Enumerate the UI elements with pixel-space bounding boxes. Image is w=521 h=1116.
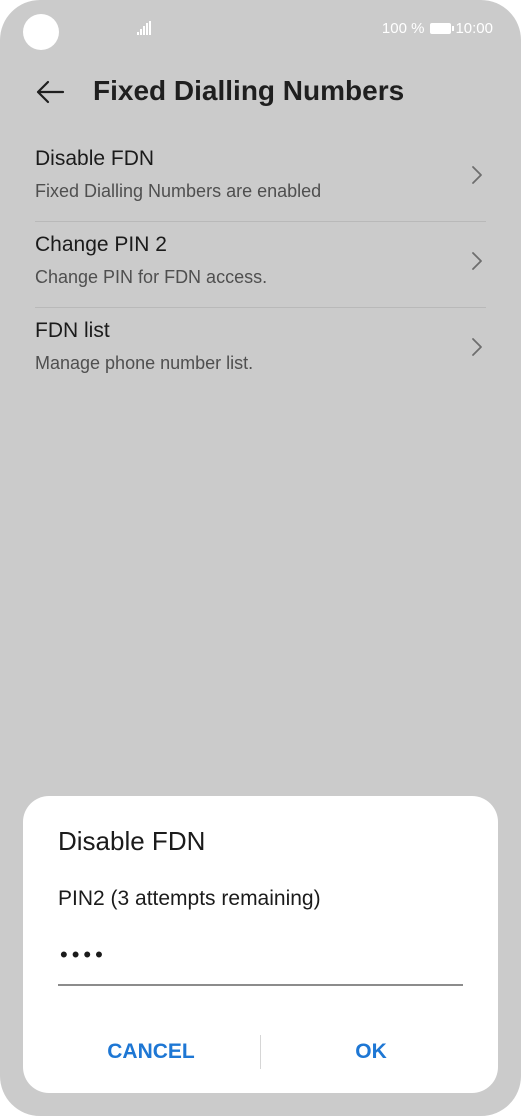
pin2-label: PIN2 (3 attempts remaining) (58, 887, 321, 910)
status-bar: 100 % 10:00 (0, 0, 521, 62)
list-item-subtitle: Change PIN for FDN access. (35, 267, 268, 287)
list-item-subtitle: Fixed Dialling Numbers are enabled (35, 181, 322, 201)
list-item-title: FDN list (35, 319, 110, 342)
chevron-right-icon (472, 252, 482, 270)
back-button[interactable] (30, 74, 70, 110)
button-divider (260, 1035, 261, 1069)
app-bar: Fixed Dialling Numbers (0, 62, 521, 122)
signal-icon (137, 21, 153, 35)
clock: 10:00 (455, 20, 493, 37)
pin2-value: •••• (60, 942, 107, 967)
list-item-fdn-list[interactable]: FDN list Manage phone number list. (35, 308, 486, 393)
battery-percent: 100 % (381, 20, 425, 37)
chevron-right-icon (472, 166, 482, 184)
ok-button[interactable]: OK (271, 1028, 471, 1076)
list-item-change-pin2[interactable]: Change PIN 2 Change PIN for FDN access. (35, 222, 486, 308)
pin2-input[interactable]: •••• (58, 936, 463, 986)
phone-screen: 100 % 10:00 Fixed Dialling Numbers Disab… (0, 0, 521, 1116)
list-item-title: Change PIN 2 (35, 233, 167, 256)
list-item-title: Disable FDN (35, 147, 155, 170)
dialog-title: Disable FDN (58, 826, 206, 856)
camera-cutout (23, 14, 59, 50)
cancel-button[interactable]: CANCEL (51, 1028, 251, 1076)
status-right: 100 % 10:00 (382, 20, 493, 37)
page-title: Fixed Dialling Numbers (93, 75, 405, 106)
battery-icon (430, 23, 455, 34)
settings-list: Disable FDN Fixed Dialling Numbers are e… (35, 136, 486, 393)
list-item-disable-fdn[interactable]: Disable FDN Fixed Dialling Numbers are e… (35, 136, 486, 222)
list-item-subtitle: Manage phone number list. (35, 353, 254, 373)
disable-fdn-dialog: Disable FDN PIN2 (3 attempts remaining) … (23, 796, 498, 1093)
chevron-right-icon (472, 338, 482, 356)
arrow-left-icon (36, 80, 65, 104)
